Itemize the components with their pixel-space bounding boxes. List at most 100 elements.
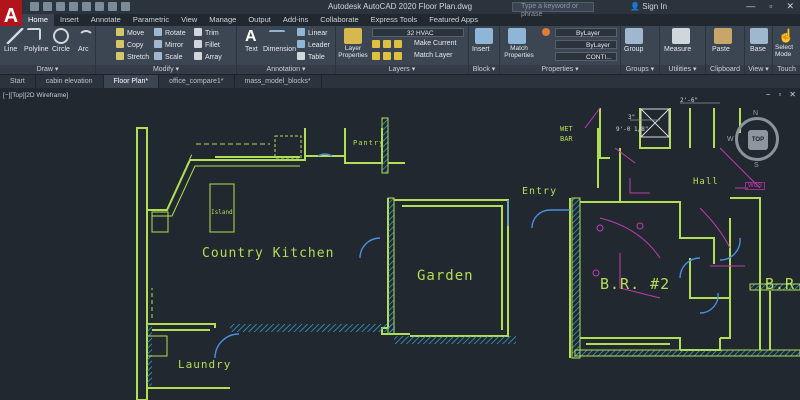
close-button[interactable]: ✕: [786, 1, 794, 12]
viewport-label[interactable]: [−][Top][2D Wireframe]: [3, 92, 68, 99]
dimension-button[interactable]: Dimension: [263, 46, 296, 53]
table-button[interactable]: Table: [297, 52, 325, 61]
properties-panel: Match Properties ByLayer ByLayer CONTI..…: [500, 26, 621, 74]
lock-icon[interactable]: [394, 40, 402, 48]
measure-button[interactable]: Measure: [664, 46, 691, 53]
layer-off-icon[interactable]: [383, 52, 391, 60]
wall: [147, 128, 306, 211]
fillet-button[interactable]: Fillet: [194, 40, 220, 49]
minimize-button[interactable]: —: [746, 1, 755, 12]
circle-button[interactable]: Circle: [52, 46, 70, 53]
line-button[interactable]: Line: [4, 46, 17, 53]
wcs-menu[interactable]: WCS: [745, 182, 765, 190]
properties-panel-title[interactable]: Properties ▾: [500, 65, 620, 74]
match-layer-button[interactable]: Match Layer: [414, 52, 453, 59]
tab-featured-apps[interactable]: Featured Apps: [423, 14, 484, 26]
sign-in-button[interactable]: 👤 Sign In: [630, 2, 667, 11]
restore-button[interactable]: ▫: [769, 1, 772, 12]
doc-tab-mass-model-blocks[interactable]: mass_model_blocks*: [235, 75, 322, 88]
clipboard-panel: Paste Clipboard: [706, 26, 745, 74]
linear-label: Linear: [308, 30, 328, 37]
layers-panel-title[interactable]: Layers ▾: [336, 65, 468, 74]
tab-manage[interactable]: Manage: [203, 14, 242, 26]
tab-add-ins[interactable]: Add-ins: [277, 14, 314, 26]
leader-label: Leader: [308, 42, 330, 49]
insert-button[interactable]: Insert: [472, 46, 490, 53]
clipboard-panel-title: Clipboard: [706, 65, 744, 74]
move-button[interactable]: Move: [116, 28, 144, 37]
tab-collaborate[interactable]: Collaborate: [314, 14, 364, 26]
stretch-button[interactable]: Stretch: [116, 52, 149, 61]
layer-properties-button[interactable]: Layer Properties: [338, 45, 368, 59]
utilities-panel-title[interactable]: Utilities ▾: [660, 65, 705, 74]
copy-button[interactable]: Copy: [116, 40, 143, 49]
doc-tab-cabin-elevation[interactable]: cabin elevation: [36, 75, 104, 88]
leader-button[interactable]: Leader: [297, 40, 330, 49]
layer-tool-icons: [372, 52, 405, 61]
leader-icon: [297, 40, 305, 48]
tab-express-tools[interactable]: Express Tools: [365, 14, 424, 26]
viewport-minimize-button[interactable]: −: [766, 90, 771, 99]
text-button[interactable]: Text: [245, 46, 258, 53]
tab-parametric[interactable]: Parametric: [127, 14, 175, 26]
lightbulb-icon[interactable]: [372, 40, 380, 48]
array-button[interactable]: Array: [194, 52, 222, 61]
polyline-icon: [27, 28, 41, 40]
annotation-panel: A Text Dimension Linear Leader Table Ann…: [237, 26, 336, 74]
floor-plan-drawing: [136, 102, 800, 400]
layer-freeze-icon[interactable]: [394, 52, 402, 60]
annotation-panel-title[interactable]: Annotation ▾: [237, 65, 335, 74]
group-button[interactable]: Group: [624, 46, 643, 53]
search-input[interactable]: Type a keyword or phrase: [512, 2, 594, 18]
tab-insert[interactable]: Insert: [54, 14, 85, 26]
linetype-dropdown[interactable]: CONTI...: [555, 52, 617, 61]
compass-north: N: [753, 110, 759, 117]
dimension-note-3: 2'-6": [680, 97, 699, 104]
tab-annotate[interactable]: Annotate: [85, 14, 127, 26]
dimension-note-2: 3": [628, 114, 636, 121]
polyline-button[interactable]: Polyline: [24, 46, 49, 53]
title-bar: Autodesk AutoCAD 2020 Floor Plan.dwg Typ…: [0, 0, 800, 18]
tab-output[interactable]: Output: [242, 14, 277, 26]
linear-button[interactable]: Linear: [297, 28, 327, 37]
viewcube[interactable]: TOP: [748, 130, 768, 150]
trim-icon: [194, 28, 202, 36]
trim-button[interactable]: Trim: [194, 28, 219, 37]
arc-icon: [78, 30, 94, 46]
groups-panel-title[interactable]: Groups ▾: [621, 65, 659, 74]
sun-icon[interactable]: [383, 40, 391, 48]
viewport-restore-button[interactable]: ▫: [778, 90, 781, 99]
block-panel: Insert Block ▾: [469, 26, 500, 74]
scale-label: Scale: [165, 54, 183, 61]
touch-panel: ☝ Select Mode Touch: [773, 26, 800, 74]
tab-home[interactable]: Home: [22, 14, 55, 26]
arc-button[interactable]: Arc: [78, 46, 89, 53]
mirror-label: Mirror: [165, 42, 184, 49]
base-button[interactable]: Base: [750, 46, 766, 53]
modify-panel-title[interactable]: Modify ▾: [96, 65, 236, 74]
room-label-entry: Entry: [522, 186, 558, 197]
make-current-button[interactable]: Make Current: [414, 40, 456, 47]
color-dropdown[interactable]: ByLayer: [555, 28, 617, 37]
select-mode-button[interactable]: Select Mode: [775, 44, 800, 58]
scale-button[interactable]: Scale: [154, 52, 183, 61]
fillet-label: Fillet: [205, 42, 220, 49]
viewport-close-button[interactable]: ✕: [789, 90, 796, 99]
block-panel-title[interactable]: Block ▾: [469, 65, 499, 74]
doc-tab-start[interactable]: Start: [0, 75, 36, 88]
match-properties-button[interactable]: Match Properties: [503, 45, 535, 59]
draw-panel-title[interactable]: Draw ▾: [0, 65, 95, 74]
paste-button[interactable]: Paste: [712, 46, 730, 53]
doc-tab-office-compare[interactable]: office_compare1*: [159, 75, 235, 88]
lineweight-dropdown[interactable]: ByLayer: [555, 40, 617, 49]
color-palette-icon[interactable]: [542, 28, 553, 37]
window-title: Autodesk AutoCAD 2020 Floor Plan.dwg: [327, 2, 473, 11]
tab-view[interactable]: View: [175, 14, 203, 26]
mirror-button[interactable]: Mirror: [154, 40, 183, 49]
layer-dropdown[interactable]: 32 HVAC: [372, 28, 464, 37]
room-label-pantry: Pantry: [353, 139, 385, 147]
view-panel-title[interactable]: View ▾: [745, 65, 772, 74]
doc-tab-floor-plan[interactable]: Floor Plan*: [103, 75, 160, 88]
rotate-button[interactable]: Rotate: [154, 28, 186, 37]
layer-isolate-icon[interactable]: [372, 52, 380, 60]
